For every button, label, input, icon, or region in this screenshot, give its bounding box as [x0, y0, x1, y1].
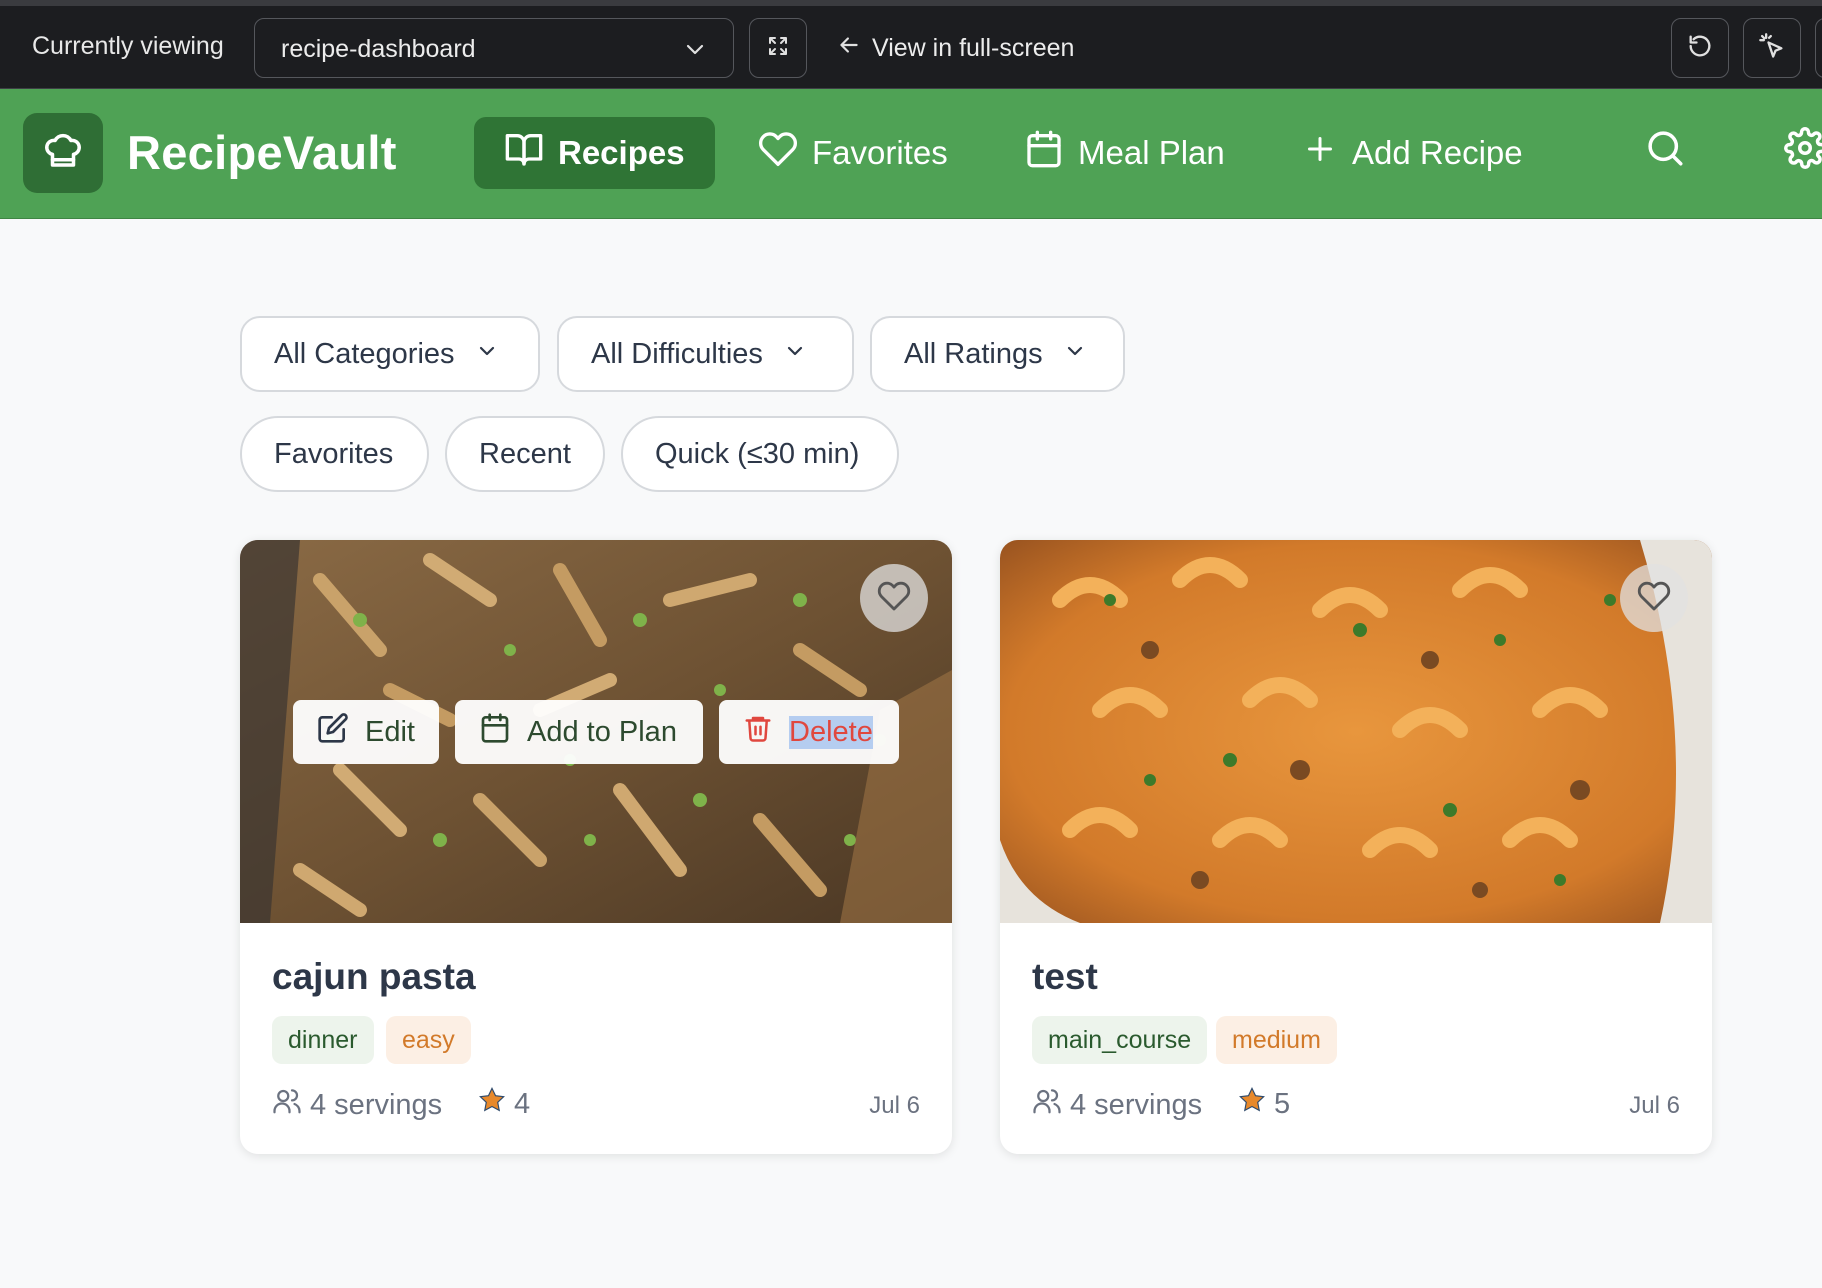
search-icon[interactable] — [1644, 127, 1686, 174]
expand-icon — [766, 34, 790, 63]
favorite-toggle-button[interactable] — [1620, 564, 1688, 632]
users-icon — [1032, 1086, 1062, 1124]
brand-name: RecipeVault — [127, 126, 397, 179]
rating-value: 5 — [1274, 1087, 1291, 1120]
recipe-title: test — [1032, 956, 1098, 997]
heart-icon — [758, 129, 798, 177]
category-filter-select[interactable]: All Categories — [240, 316, 540, 392]
star-icon — [478, 1086, 506, 1122]
favorite-toggle-button[interactable] — [860, 564, 928, 632]
category-filter-label: All Categories — [274, 337, 455, 370]
recent-chip[interactable]: Recent — [445, 416, 605, 492]
nav-add-recipe-label: Add Recipe — [1352, 134, 1523, 171]
favorites-chip[interactable]: Favorites — [240, 416, 429, 492]
quick-chip[interactable]: Quick (≤30 min) — [621, 416, 899, 492]
recipe-image — [1000, 540, 1712, 923]
chevron-down-icon — [1063, 338, 1087, 371]
nav-favorites[interactable]: Favorites — [728, 117, 978, 189]
recent-chip-label: Recent — [479, 437, 571, 470]
view-fullscreen-link[interactable]: View in full-screen — [836, 32, 1074, 65]
chef-hat-icon — [42, 130, 84, 177]
currently-viewing-label: Currently viewing — [32, 32, 224, 60]
chevron-down-icon — [475, 338, 499, 371]
more-button[interactable] — [1815, 18, 1822, 78]
expand-button[interactable] — [749, 18, 807, 78]
nav-meal-plan-label: Meal Plan — [1078, 134, 1225, 171]
nav-recipes-label: Recipes — [558, 134, 685, 171]
favorites-chip-label: Favorites — [274, 437, 394, 470]
edit-label: Edit — [365, 715, 415, 748]
rating-info: 5 — [1238, 1086, 1290, 1122]
difficulty-filter-label: All Difficulties — [591, 337, 763, 370]
recipe-date: Jul 6 — [869, 1092, 920, 1119]
quick-chip-label: Quick (≤30 min) — [655, 437, 860, 470]
delete-label: Delete — [789, 715, 873, 749]
nav-add-recipe[interactable]: Add Recipe — [1272, 117, 1553, 189]
project-select[interactable]: recipe-dashboard — [254, 18, 734, 78]
recipe-date: Jul 6 — [1629, 1092, 1680, 1119]
add-to-plan-button[interactable]: Add to Plan — [455, 700, 703, 764]
difficulty-filter-select[interactable]: All Difficulties — [557, 316, 854, 392]
difficulty-tag: easy — [386, 1016, 471, 1064]
edit-icon — [317, 712, 349, 752]
star-icon — [1238, 1086, 1266, 1122]
category-tag: dinner — [272, 1016, 374, 1064]
cursor-click-icon — [1758, 32, 1786, 65]
select-element-button[interactable] — [1743, 18, 1801, 78]
recipe-card[interactable]: Edit Add to Plan Delete cajun pasta dinn… — [240, 540, 952, 1154]
rating-value: 4 — [514, 1087, 531, 1120]
edit-button[interactable]: Edit — [293, 700, 439, 764]
servings-info: 4 servings — [1032, 1086, 1202, 1124]
chevron-down-icon — [683, 37, 707, 66]
calendar-icon — [1024, 129, 1064, 177]
chevron-down-icon — [783, 338, 807, 371]
add-to-plan-label: Add to Plan — [527, 715, 677, 748]
rating-info: 4 — [478, 1086, 530, 1122]
category-tag: main_course — [1032, 1016, 1208, 1064]
nav-meal-plan[interactable]: Meal Plan — [994, 117, 1255, 189]
users-icon — [272, 1086, 302, 1124]
servings-label: 4 servings — [1070, 1088, 1203, 1121]
settings-gear-icon[interactable] — [1784, 127, 1822, 174]
trash-icon — [743, 713, 773, 751]
nav-favorites-label: Favorites — [812, 134, 948, 171]
heart-icon — [877, 579, 911, 618]
rating-filter-select[interactable]: All Ratings — [870, 316, 1125, 392]
difficulty-tag: medium — [1216, 1016, 1337, 1064]
reload-button[interactable] — [1671, 18, 1729, 78]
arrow-left-icon — [836, 32, 862, 65]
logo[interactable] — [23, 113, 103, 193]
recipe-card[interactable]: test main_course medium 4 servings 5 Jul… — [1000, 540, 1712, 1154]
recipe-title: cajun pasta — [272, 956, 476, 997]
rating-filter-label: All Ratings — [904, 337, 1043, 370]
nav-recipes[interactable]: Recipes — [474, 117, 715, 189]
plus-icon — [1302, 131, 1338, 175]
view-fullscreen-label: View in full-screen — [872, 34, 1075, 62]
servings-info: 4 servings — [272, 1086, 442, 1124]
heart-icon — [1637, 579, 1671, 618]
book-icon — [504, 129, 544, 177]
calendar-icon — [479, 712, 511, 752]
refresh-icon — [1686, 32, 1714, 65]
servings-label: 4 servings — [310, 1088, 443, 1121]
project-select-value: recipe-dashboard — [281, 35, 476, 63]
app-navbar: RecipeVault Recipes Favorites Meal Plan … — [0, 89, 1822, 219]
delete-button[interactable]: Delete — [719, 700, 899, 764]
viewer-toolbar: Currently viewing recipe-dashboard View … — [0, 0, 1822, 89]
